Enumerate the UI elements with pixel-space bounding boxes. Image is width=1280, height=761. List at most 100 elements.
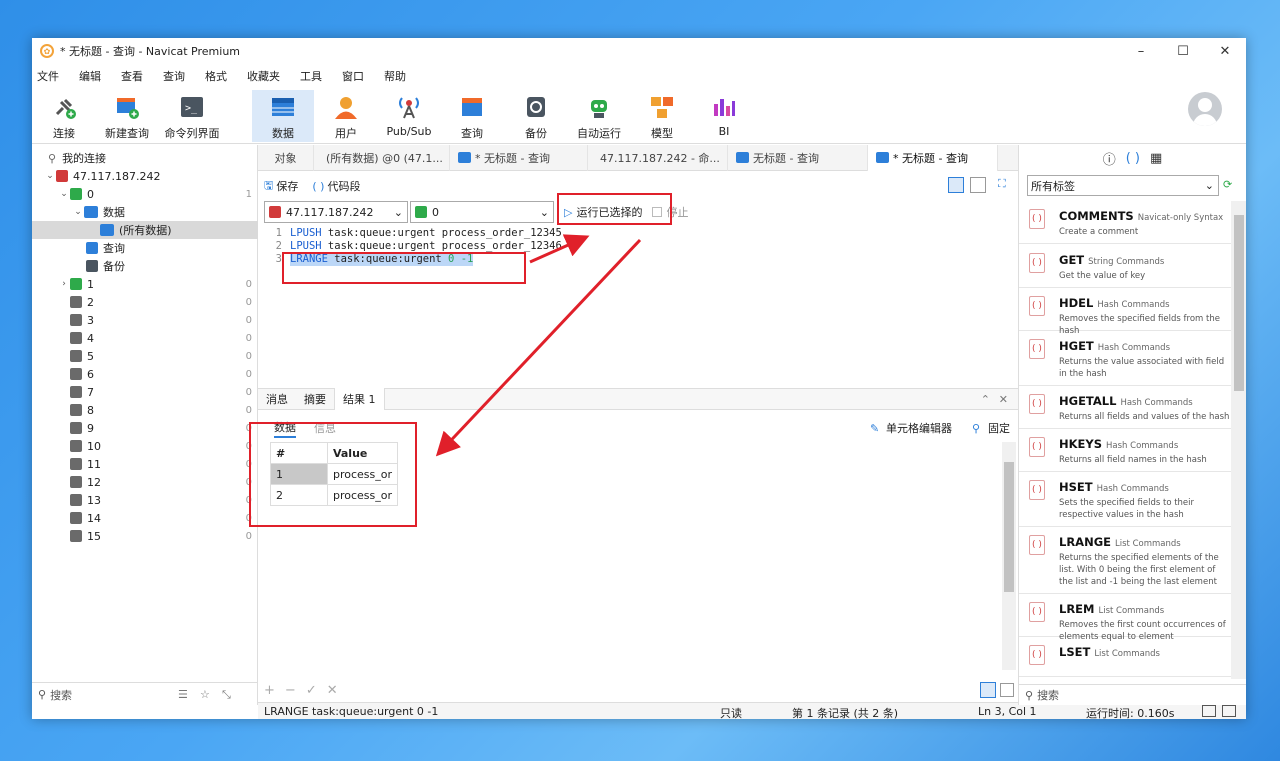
data-button[interactable]: 数据 [252, 90, 314, 142]
filter-icon[interactable]: ☰ [178, 688, 188, 701]
pin-button[interactable]: 固定 [988, 420, 1010, 436]
cell-editor-button[interactable]: 单元格编辑器 [886, 420, 952, 436]
tree-all-data[interactable]: (所有数据) [32, 221, 258, 239]
chevron-right-icon[interactable]: › [58, 279, 70, 289]
connect-button[interactable]: 连接 [42, 90, 86, 142]
snippet-item[interactable]: ( ) LREM List Commands Removes the first co… [1019, 594, 1231, 642]
snippet-item[interactable]: ( ) HDEL Hash Commands Removes the specifie… [1019, 288, 1231, 336]
info-icon[interactable]: ⓘ [1103, 149, 1116, 168]
menu-format[interactable]: 格式 [205, 68, 227, 84]
tag-filter-select[interactable]: 所有标签 ⌄ [1027, 175, 1219, 196]
tab-result-1[interactable]: 结果 1 [334, 388, 385, 410]
add-snippet-icon[interactable]: ⟳ [1223, 178, 1232, 191]
tree-db-item[interactable]: › 1 0 [32, 275, 258, 293]
user-button[interactable]: 用户 [326, 90, 366, 142]
menu-query[interactable]: 查询 [163, 68, 185, 84]
tab-console[interactable]: 47.117.187.242 - 命... [588, 144, 728, 171]
menu-edit[interactable]: 编辑 [79, 68, 101, 84]
tree-data-folder[interactable]: ⌄ 数据 [32, 203, 258, 221]
tree-db-item[interactable]: 10 0 [32, 437, 258, 455]
result-scrollbar[interactable] [1002, 442, 1016, 670]
tree-db-item[interactable]: 13 0 [32, 491, 258, 509]
connection-select[interactable]: 47.117.187.242 ⌄ [264, 201, 408, 223]
snippet-item[interactable]: ( ) HGETALL Hash Commands Returns all field… [1019, 386, 1231, 429]
close-icon[interactable]: ✕ [999, 393, 1008, 406]
chevron-up-icon[interactable]: ⌃ [981, 393, 990, 406]
tree-query[interactable]: 查询 [32, 239, 258, 257]
sql-editor[interactable]: 1 LPUSH task:queue:urgent process_order_… [258, 226, 1018, 384]
new-query-button[interactable]: 新建查询 [100, 90, 154, 142]
add-row-icon[interactable]: + [264, 683, 275, 698]
tree-db-item[interactable]: 90 [32, 419, 258, 437]
pubsub-button[interactable]: Pub/Sub [384, 90, 434, 142]
tree-db-item[interactable]: 20 [32, 293, 258, 311]
menu-tools[interactable]: 工具 [300, 68, 322, 84]
tree-db-item[interactable]: 80 [32, 401, 258, 419]
scroll-thumb[interactable] [1234, 215, 1244, 391]
close-button[interactable]: ✕ [1204, 38, 1246, 64]
snippet-item[interactable]: ( ) COMMENTS Navicat-only Syntax Create a c… [1019, 201, 1231, 244]
delete-row-icon[interactable]: − [285, 683, 296, 698]
snippet-search[interactable]: ⚲ 搜索 [1019, 684, 1246, 705]
tree-db-item[interactable]: 15 0 [32, 527, 258, 545]
database-select[interactable]: 0 ⌄ [410, 201, 554, 223]
console-button[interactable]: >_ 命令列界面 [162, 90, 222, 142]
tree-db-item[interactable]: 60 [32, 365, 258, 383]
snippet-item[interactable]: ( ) HGET Hash Commands Returns the value as… [1019, 331, 1231, 386]
maximize-button[interactable]: ☐ [1162, 38, 1204, 64]
tree-connection[interactable]: ⌄ 47.117.187.242 [32, 167, 258, 185]
snippet-item[interactable]: ( ) LSET List Commands [1019, 637, 1231, 677]
grid-icon[interactable]: ▦ [1150, 151, 1162, 166]
automation-button[interactable]: 自动运行 [574, 90, 624, 142]
query-button[interactable]: 查询 [456, 90, 488, 142]
snippet-item[interactable]: ( ) LRANGE List Commands Returns the specif… [1019, 527, 1231, 594]
account-avatar[interactable] [1188, 92, 1222, 126]
snippet-item[interactable]: ( ) HKEYS Hash Commands Returns all field n… [1019, 429, 1231, 472]
collapse-icon[interactable]: ⤡ [222, 688, 231, 702]
layout-right-icon[interactable] [1222, 705, 1236, 717]
tree-backup[interactable]: 备份 [32, 257, 258, 275]
snippet-scrollbar[interactable] [1231, 201, 1246, 679]
chevron-down-icon[interactable]: ⌄ [58, 189, 70, 199]
star-icon[interactable]: ☆ [200, 688, 210, 701]
tab-untitled-query-2[interactable]: 无标题 - 查询 [728, 144, 868, 171]
tab-messages[interactable]: 消息 [258, 388, 296, 410]
model-button[interactable]: 模型 [646, 90, 678, 142]
snippet-icon[interactable]: ( ) [1126, 151, 1140, 166]
layout-left-icon[interactable] [1202, 705, 1216, 717]
form-view-icon[interactable] [1000, 683, 1014, 697]
tree-db-item[interactable]: 14 0 [32, 509, 258, 527]
fullscreen-icon[interactable]: ⛶ [998, 177, 1006, 191]
tree-db-0[interactable]: ⌄ 0 1 [32, 185, 258, 203]
tab-all-data[interactable]: (所有数据) @0 (47.1... [314, 144, 450, 171]
backup-button[interactable]: 备份 [520, 90, 552, 142]
menu-favorites[interactable]: 收藏夹 [247, 68, 280, 84]
chevron-down-icon[interactable]: ⌄ [72, 207, 84, 217]
tab-untitled-query-1[interactable]: * 无标题 - 查询 [450, 144, 588, 171]
tab-objects[interactable]: 对象 [258, 144, 314, 171]
menu-file[interactable]: 文件 [37, 68, 59, 84]
save-button[interactable]: 保存 [276, 178, 298, 194]
menu-window[interactable]: 窗口 [342, 68, 364, 84]
bi-button[interactable]: BI [708, 90, 740, 142]
tree-search[interactable]: ⚲ 搜索 ☰ ☆ ⤡ [32, 682, 258, 706]
snippet-item[interactable]: ( ) HSET Hash Commands Sets the specified f… [1019, 472, 1231, 527]
tree-db-item[interactable]: 50 [32, 347, 258, 365]
snippet-item[interactable]: ( ) GET String Commands Get the value of ke… [1019, 245, 1231, 288]
minimize-button[interactable]: – [1120, 38, 1162, 64]
tab-summary[interactable]: 摘要 [296, 388, 334, 410]
split-horizontal-icon[interactable] [948, 177, 964, 193]
tab-untitled-query-active[interactable]: * 无标题 - 查询 [868, 144, 998, 171]
grid-view-icon[interactable] [980, 682, 996, 698]
split-vertical-icon[interactable] [970, 177, 986, 193]
tree-db-item[interactable]: 11 0 [32, 455, 258, 473]
tree-db-item[interactable]: 70 [32, 383, 258, 401]
tree-db-item[interactable]: 40 [32, 329, 258, 347]
chevron-down-icon[interactable]: ⌄ [44, 171, 56, 181]
tree-db-item[interactable]: 30 [32, 311, 258, 329]
tree-db-item[interactable]: 12 0 [32, 473, 258, 491]
menu-view[interactable]: 查看 [121, 68, 143, 84]
menu-help[interactable]: 帮助 [384, 68, 406, 84]
discard-icon[interactable]: ✕ [327, 683, 338, 698]
scroll-thumb[interactable] [1004, 462, 1014, 592]
